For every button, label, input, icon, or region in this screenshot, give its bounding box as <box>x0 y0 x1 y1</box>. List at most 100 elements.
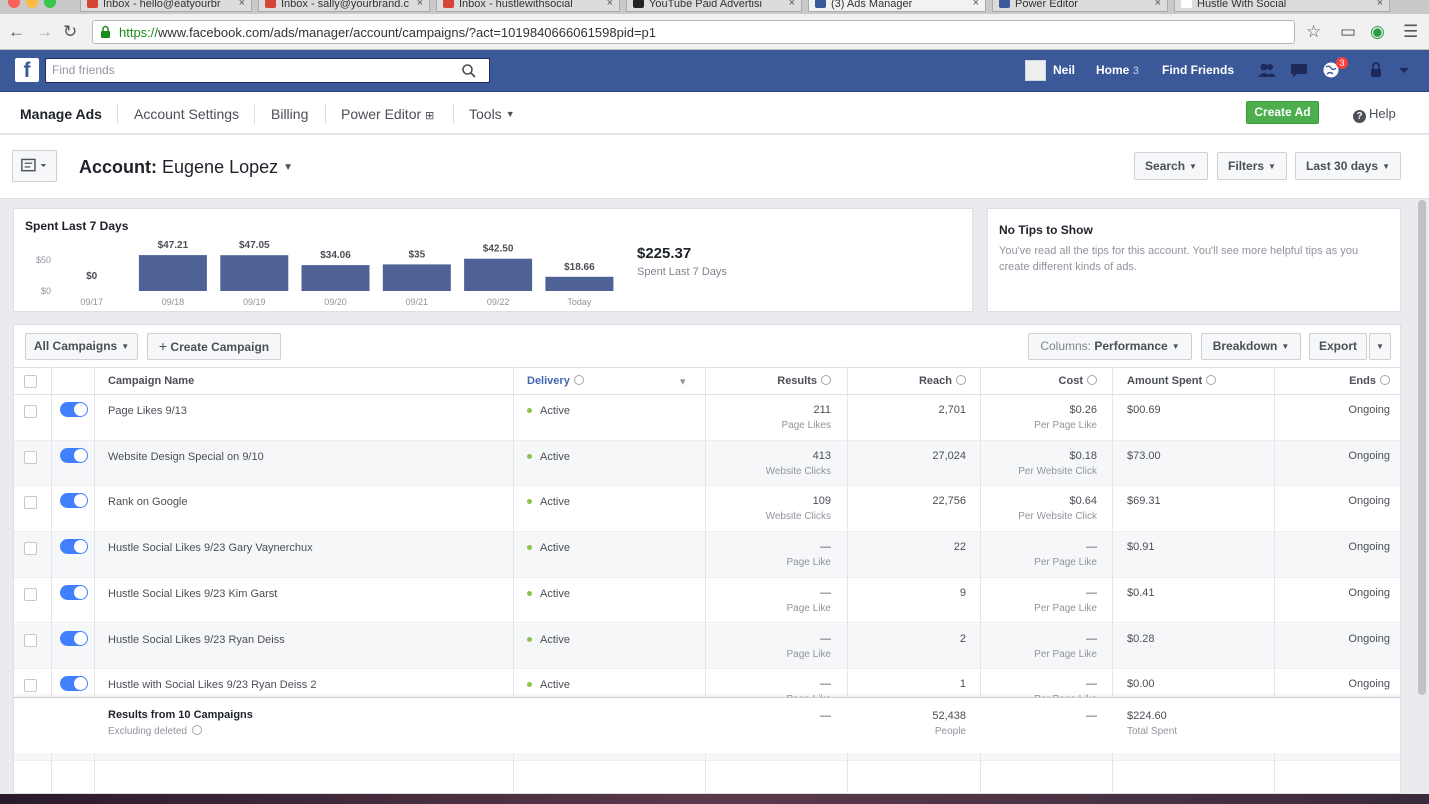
all-campaigns-dropdown[interactable]: All Campaigns ▼ <box>25 333 138 360</box>
campaign-name[interactable]: Hustle Social Likes 9/23 Ryan Deiss <box>108 634 285 646</box>
bookmark-star-icon[interactable]: ☆ <box>1306 23 1321 41</box>
row-checkbox[interactable] <box>24 496 37 510</box>
campaign-name[interactable]: Hustle Social Likes 9/23 Kim Garst <box>108 588 277 600</box>
header-reach[interactable]: Reach <box>919 375 966 387</box>
row-checkbox[interactable] <box>24 679 37 693</box>
campaign-toggle[interactable] <box>60 630 88 646</box>
row-checkbox[interactable] <box>24 633 37 647</box>
select-all-checkbox[interactable] <box>24 375 37 388</box>
browser-tab[interactable]: Inbox - sally@yourbrand.c × <box>258 0 430 12</box>
privacy-lock-icon[interactable] <box>1366 61 1386 79</box>
tab-favicon-icon <box>999 0 1010 8</box>
avatar[interactable] <box>1025 60 1046 81</box>
header-results[interactable]: Results <box>777 375 831 387</box>
browser-tab[interactable]: Power Editor × <box>992 0 1168 12</box>
nav-divider <box>453 104 454 124</box>
friend-requests-icon[interactable] <box>1257 61 1277 79</box>
header-campaign-name[interactable]: Campaign Name <box>108 375 194 387</box>
forward-arrow-icon[interactable]: → <box>36 22 53 42</box>
profile-link[interactable]: Neil <box>1053 63 1075 77</box>
extension-icon[interactable]: ◉ <box>1370 23 1385 41</box>
browser-tab[interactable]: Inbox - hello@eatyourbr × <box>80 0 252 12</box>
row-checkbox[interactable] <box>24 405 37 418</box>
campaign-toggle[interactable] <box>60 676 88 692</box>
spend-bar[interactable] <box>545 276 614 291</box>
menu-icon[interactable]: ☰ <box>1403 23 1418 41</box>
campaign-toggle[interactable] <box>60 493 88 509</box>
campaign-name[interactable]: Hustle with Social Likes 9/23 Ryan Deiss… <box>108 679 316 691</box>
find-friends-input[interactable] <box>52 59 442 81</box>
browser-tab[interactable]: (3) Ads Manager × <box>808 0 986 12</box>
campaign-name[interactable]: Rank on Google <box>108 496 188 508</box>
tab-manage-ads[interactable]: Manage Ads <box>20 106 102 122</box>
browser-tab[interactable]: Hustle With Social × <box>1174 0 1390 12</box>
campaign-name[interactable]: Website Design Special on 9/10 <box>108 451 264 463</box>
close-tab-icon[interactable]: × <box>607 0 613 9</box>
facebook-logo[interactable]: f <box>15 58 39 82</box>
amount-spent-value: $0.00 <box>1127 678 1155 691</box>
browser-tab[interactable]: Inbox - hustlewithsocial × <box>436 0 620 12</box>
export-button[interactable]: Export <box>1309 333 1367 360</box>
campaign-toggle[interactable] <box>60 539 88 555</box>
help-link[interactable]: ? Help <box>1353 106 1396 123</box>
header-ends[interactable]: Ends <box>1349 375 1390 387</box>
tab-billing[interactable]: Billing <box>271 106 308 122</box>
row-checkbox[interactable] <box>24 542 37 556</box>
find-friends-link[interactable]: Find Friends <box>1162 63 1234 77</box>
close-tab-icon[interactable]: × <box>239 0 245 9</box>
filters-button[interactable]: Filters ▼ <box>1217 152 1287 180</box>
campaign-name[interactable]: Page Likes 9/13 <box>108 405 187 417</box>
messages-icon[interactable] <box>1289 61 1309 79</box>
campaigns-table-card: All Campaigns ▼ + Create Campaign Columns… <box>13 324 1401 794</box>
columns-dropdown[interactable]: Columns: Performance ▼ <box>1028 333 1192 360</box>
tab-account-settings[interactable]: Account Settings <box>134 106 239 122</box>
account-title[interactable]: Account: Eugene Lopez ▼ <box>79 157 293 178</box>
page-scrollbar[interactable] <box>1418 200 1426 695</box>
breakdown-dropdown[interactable]: Breakdown ▼ <box>1201 333 1301 360</box>
close-tab-icon[interactable]: × <box>1377 0 1383 9</box>
back-arrow-icon[interactable]: ← <box>8 22 25 42</box>
campaign-toggle[interactable] <box>60 447 88 463</box>
campaign-toggle[interactable] <box>60 584 88 600</box>
results-value: — <box>820 632 831 645</box>
tab-power-editor[interactable]: Power Editor ⊞ <box>341 106 434 122</box>
campaign-toggle[interactable] <box>60 402 88 417</box>
close-tab-icon[interactable]: × <box>417 0 423 9</box>
date-range-button[interactable]: Last 30 days ▼ <box>1295 152 1401 180</box>
header-amount-spent[interactable]: Amount Spent <box>1127 375 1217 387</box>
close-tab-icon[interactable]: × <box>1155 0 1161 9</box>
spend-bar[interactable] <box>138 255 207 291</box>
create-ad-button[interactable]: Create Ad <box>1246 101 1319 124</box>
close-tab-icon[interactable]: × <box>789 0 795 9</box>
account-switcher-button[interactable] <box>12 150 57 182</box>
spend-bar[interactable] <box>301 265 370 291</box>
account-dropdown-icon[interactable] <box>1394 61 1414 79</box>
search-button[interactable]: Search ▼ <box>1134 152 1208 180</box>
tab-tools[interactable]: Tools ▼ <box>469 106 515 122</box>
minimize-window-icon[interactable] <box>26 0 38 8</box>
cast-icon[interactable]: ▭ <box>1340 23 1356 41</box>
home-link[interactable]: Home 3 <box>1096 63 1139 77</box>
address-bar[interactable]: https://www.facebook.com/ads/manager/acc… <box>92 20 1295 44</box>
spend-bar[interactable] <box>382 264 451 291</box>
export-options-button[interactable]: ▼ <box>1369 333 1391 360</box>
search-icon[interactable] <box>461 63 477 79</box>
row-checkbox[interactable] <box>24 587 37 601</box>
campaign-name[interactable]: Hustle Social Likes 9/23 Gary Vaynerchux <box>108 542 313 554</box>
reload-icon[interactable]: ↻ <box>63 22 77 42</box>
spend-bar[interactable] <box>220 255 289 291</box>
row-checkbox[interactable] <box>24 450 37 464</box>
close-tab-icon[interactable]: × <box>973 0 979 9</box>
header-cost[interactable]: Cost <box>1059 375 1097 387</box>
find-friends-search[interactable] <box>45 58 490 83</box>
zoom-window-icon[interactable] <box>44 0 56 8</box>
tab-favicon-icon <box>815 0 826 8</box>
amount-spent-value: $0.91 <box>1127 541 1155 554</box>
create-campaign-button[interactable]: + Create Campaign <box>147 333 281 360</box>
close-window-icon[interactable] <box>8 0 20 8</box>
spend-bar[interactable] <box>464 258 533 291</box>
sort-caret-icon[interactable]: ▾ <box>680 375 686 388</box>
header-delivery[interactable]: Delivery <box>527 375 584 387</box>
delivery-status: Active <box>527 634 570 646</box>
browser-tab[interactable]: YouTube Paid Advertisi × <box>626 0 802 12</box>
